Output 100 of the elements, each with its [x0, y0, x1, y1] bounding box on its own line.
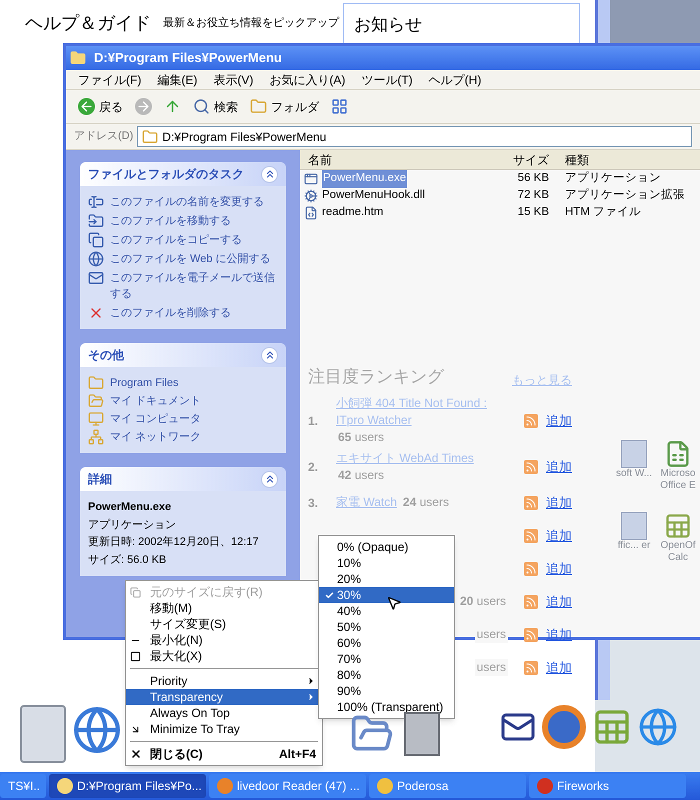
menu-item[interactable]: 最小化(N): [126, 632, 322, 648]
menu-item[interactable]: 70%: [319, 651, 454, 667]
menu-item[interactable]: 100% (Transparent): [319, 699, 454, 715]
copy-icon: [88, 232, 104, 248]
globe-icon[interactable]: [72, 705, 122, 755]
file-type: アプリケーション: [564, 170, 661, 186]
menu-item[interactable]: サイズ変更(S): [126, 616, 322, 632]
web-file-icon: [304, 206, 318, 220]
menu-item[interactable]: 移動(M): [126, 600, 322, 616]
back-button[interactable]: 戻る: [74, 94, 127, 120]
menu-item[interactable]: 60%: [319, 635, 454, 651]
add-link[interactable]: 追加: [546, 658, 572, 678]
rss-add-icon: [524, 460, 538, 474]
menu-item[interactable]: 80%: [319, 667, 454, 683]
menu-item[interactable]: ファイル(F): [78, 70, 142, 88]
menu-item[interactable]: お気に入り(A): [269, 70, 346, 88]
detail-text: 更新日時: 2002年12月20日、12:17: [88, 534, 260, 550]
globe-icon: [88, 251, 104, 267]
taskbar-button[interactable]: Fireworks: [529, 774, 686, 798]
file-size: 15 KB: [516, 205, 550, 220]
file-row[interactable]: readme.htm 15 KB HTM ファイル: [300, 205, 700, 221]
file-name: PowerMenuHook.dll: [322, 188, 425, 204]
detail-text: サイズ: 56.0 KB: [88, 552, 168, 568]
rss-add-icon: [524, 660, 538, 674]
add-link[interactable]: 追加: [546, 526, 572, 546]
menu-item[interactable]: 閉じる(C) Alt+F4: [126, 746, 322, 762]
file-size: 56 KB: [516, 171, 550, 186]
menu-item[interactable]: 50%: [319, 619, 454, 635]
application-icon: [304, 172, 318, 186]
taskbar-button[interactable]: Poderosa: [369, 774, 526, 798]
add-link[interactable]: 追加: [546, 457, 572, 477]
menu-item[interactable]: Minimize To Tray: [126, 721, 322, 737]
menu-item[interactable]: 30%: [319, 587, 454, 603]
menu-item[interactable]: 40%: [319, 603, 454, 619]
task-link[interactable]: Program Files: [110, 375, 178, 391]
rank-number: 2.: [308, 459, 320, 476]
maximize-icon: [130, 650, 141, 662]
mouse-cursor-icon: [386, 594, 402, 612]
app-icon: [217, 778, 233, 794]
collapse-button[interactable]: [261, 470, 278, 488]
menu-item[interactable]: 90%: [319, 683, 454, 699]
task-link[interactable]: このファイルを Web に公開する: [110, 251, 271, 267]
task-link[interactable]: このファイルの名前を変更する: [110, 194, 264, 210]
menu-item[interactable]: 20%: [319, 571, 454, 587]
menu-item[interactable]: Always On Top: [126, 705, 322, 721]
column-header[interactable]: 名前: [300, 150, 465, 168]
document-icon[interactable]: [20, 705, 66, 763]
task-link[interactable]: このファイルを電子メールで送信する: [110, 270, 278, 302]
back-icon: [78, 98, 95, 115]
file-type: HTM ファイル: [564, 205, 642, 220]
address-field[interactable]: D:¥Program Files¥PowerMenu: [137, 126, 692, 147]
column-header[interactable]: 種類: [557, 150, 589, 168]
folder-icon: [250, 98, 267, 115]
column-header[interactable]: サイズ: [465, 150, 557, 168]
add-link[interactable]: 追加: [546, 492, 572, 512]
taskbar-button[interactable]: D:¥Program Files¥Po...: [49, 774, 206, 798]
file-row[interactable]: PowerMenu.exe 56 KB アプリケーション: [300, 171, 700, 187]
menu-item[interactable]: 最大化(X): [126, 648, 322, 664]
add-link[interactable]: 追加: [546, 558, 572, 578]
window-title: D:¥Program Files¥PowerMenu: [94, 49, 282, 68]
taskbar-button[interactable]: TS¥I..: [0, 774, 46, 798]
menu-item[interactable]: 表示(V): [213, 70, 254, 88]
collapse-button[interactable]: [261, 346, 278, 364]
globe-icon[interactable]: [638, 707, 678, 747]
task-link[interactable]: このファイルを移動する: [110, 213, 231, 229]
menu-item[interactable]: 0% (Opaque): [319, 539, 454, 555]
rank-number: 1.: [308, 412, 320, 430]
menu-item[interactable]: ヘルプ(H): [428, 70, 482, 88]
task-link[interactable]: このファイルをコピーする: [110, 232, 242, 248]
menu-item[interactable]: 10%: [319, 555, 454, 571]
menu-item[interactable]: 編集(E): [157, 70, 198, 88]
address-label: アドレス(D): [74, 129, 134, 144]
panel-title: 注目度ランキング: [308, 366, 444, 388]
add-link[interactable]: 追加: [546, 410, 572, 430]
rank-number: 3.: [308, 494, 320, 512]
folders-button[interactable]: フォルダ: [246, 94, 323, 120]
restore-icon: [130, 586, 141, 598]
task-link[interactable]: マイ ドキュメント: [110, 393, 202, 409]
rss-add-icon: [524, 528, 538, 542]
forward-icon: [135, 98, 152, 115]
desktop-icon-label: ffic... er: [616, 540, 652, 552]
rss-add-icon: [524, 594, 538, 608]
add-link[interactable]: 追加: [546, 592, 572, 612]
file-row[interactable]: PowerMenuHook.dll 72 KB アプリケーション拡張: [300, 188, 700, 204]
search-button[interactable]: 検索: [189, 94, 242, 120]
app-icon: [377, 778, 393, 794]
desktop-icon-label: soft W...: [614, 468, 654, 480]
search-icon: [193, 98, 210, 115]
menu-item[interactable]: Priority: [126, 673, 322, 689]
taskbar-button[interactable]: livedoor Reader (47) ...: [209, 774, 366, 798]
task-link[interactable]: マイ コンピュータ: [110, 411, 202, 427]
task-link[interactable]: このファイルを削除する: [110, 305, 231, 321]
rename-icon: [88, 194, 104, 210]
menu-item[interactable]: ツール(T): [361, 70, 413, 88]
collapse-button[interactable]: [261, 166, 278, 182]
rss-add-icon: [524, 414, 538, 428]
task-link[interactable]: マイ ネットワーク: [110, 429, 202, 445]
network-icon: [88, 429, 104, 445]
file-size: 72 KB: [516, 188, 550, 204]
spreadsheet-icon[interactable]: [664, 512, 692, 540]
